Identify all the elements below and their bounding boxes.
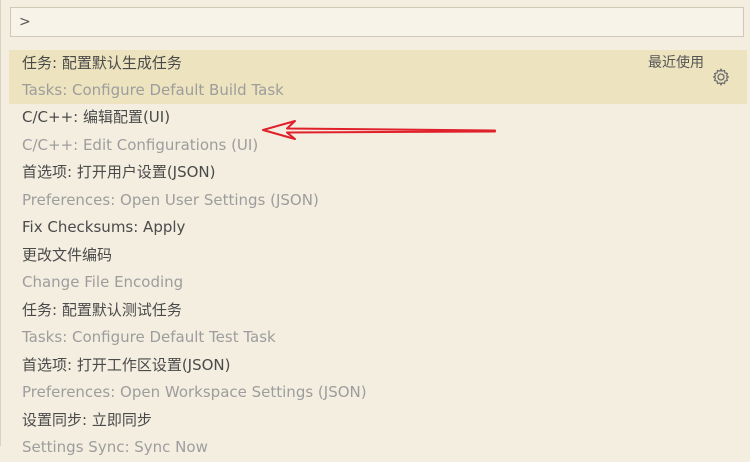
command-palette: 任务: 配置默认生成任务 Tasks: Configure Default Bu…: [0, 0, 750, 456]
command-label: Fix Checksums: Apply: [22, 218, 186, 236]
command-detail: Tasks: Configure Default Test Task: [22, 328, 276, 346]
gear-icon[interactable]: [711, 67, 731, 87]
annotation-arrow: [262, 120, 496, 140]
command-detail: Preferences: Open User Settings (JSON): [22, 190, 319, 209]
recently-used-label: 最近使用: [648, 55, 704, 71]
command-input[interactable]: [11, 8, 743, 36]
command-label: 任务: 配置默认测试任务: [22, 300, 182, 319]
command-item-open-workspace-settings-json[interactable]: 首选项: 打开工作区设置(JSON) Preferences: Open Wor…: [1, 352, 750, 407]
command-detail: Settings Sync: Sync Now: [22, 438, 208, 456]
command-label: 首选项: 打开用户设置(JSON): [22, 163, 216, 181]
command-detail: Change File Encoding: [22, 273, 184, 291]
command-detail: Tasks: Configure Default Build Task: [22, 81, 284, 99]
command-item-change-file-encoding[interactable]: 更改文件编码 Change File Encoding: [1, 242, 750, 297]
command-item-open-user-settings-json[interactable]: 首选项: 打开用户设置(JSON) Preferences: Open User…: [1, 159, 750, 214]
command-label: 首选项: 打开工作区设置(JSON): [22, 355, 231, 374]
command-item-settings-sync-now[interactable]: 设置同步: 立即同步 Settings Sync: Sync Now: [1, 407, 750, 462]
command-detail: Preferences: Open Workspace Settings (JS…: [22, 383, 367, 401]
command-item-configure-default-test-task[interactable]: 任务: 配置默认测试任务 Tasks: Configure Default Te…: [1, 297, 750, 352]
command-item-fix-checksums-apply[interactable]: Fix Checksums: Apply: [1, 214, 750, 242]
command-item-configure-default-build-task[interactable]: 任务: 配置默认生成任务 Tasks: Configure Default Bu…: [9, 50, 747, 104]
command-list: 任务: 配置默认生成任务 Tasks: Configure Default Bu…: [1, 50, 750, 462]
command-label: 更改文件编码: [22, 245, 113, 264]
command-label: 设置同步: 立即同步: [22, 410, 152, 429]
command-label: 任务: 配置默认生成任务: [22, 54, 182, 72]
command-input-box[interactable]: [10, 7, 744, 37]
